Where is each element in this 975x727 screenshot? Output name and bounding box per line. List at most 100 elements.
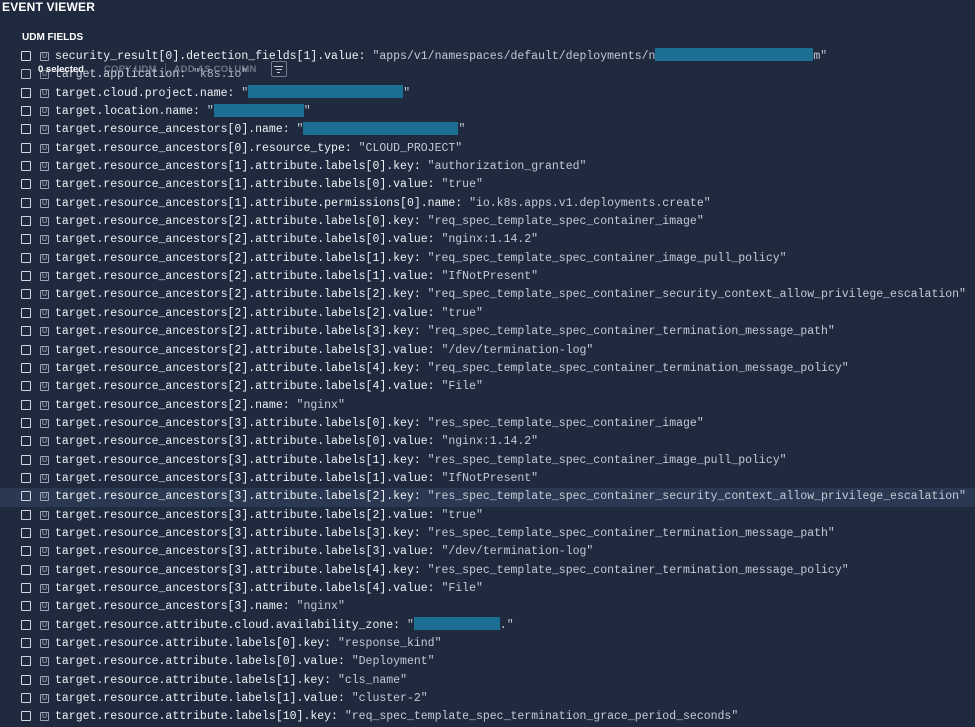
udm-field-row[interactable]: Utarget.resource.attribute.labels[0].key… (0, 635, 975, 653)
filter-icon (274, 65, 284, 73)
row-checkbox[interactable] (21, 564, 31, 575)
udm-type-icon: U (40, 180, 49, 190)
selected-count: 0 selected (38, 63, 84, 75)
field-value: "res_spec_template_spec_container_image" (427, 416, 704, 430)
row-checkbox[interactable] (21, 197, 31, 208)
udm-type-icon: U (40, 290, 49, 300)
row-checkbox[interactable] (21, 674, 31, 685)
udm-field-row[interactable]: Utarget.resource_ancestors[2].attribute.… (0, 268, 975, 286)
field-key: target.resource_ancestors[3].attribute.l… (55, 508, 442, 522)
row-checkbox[interactable] (21, 656, 31, 667)
udm-field-row[interactable]: Utarget.resource.attribute.cloud.availab… (0, 617, 975, 635)
udm-field-row[interactable]: Utarget.resource_ancestors[2].attribute.… (0, 213, 975, 231)
row-checkbox[interactable] (21, 638, 31, 648)
row-checkbox[interactable] (21, 582, 31, 593)
udm-field-row[interactable]: Utarget.resource_ancestors[3].attribute.… (0, 562, 975, 580)
udm-field-row[interactable]: Utarget.resource_ancestors[3].attribute.… (0, 580, 975, 598)
udm-field-row[interactable]: Utarget.resource_ancestors[2].attribute.… (0, 360, 975, 378)
row-checkbox[interactable] (21, 161, 31, 172)
udm-field-row[interactable]: Utarget.resource_ancestors[3].attribute.… (0, 507, 975, 525)
udm-field-row[interactable]: Utarget.resource_ancestors[3].attribute.… (0, 415, 975, 433)
field-key: target.resource.attribute.labels[10].key… (55, 710, 345, 724)
udm-field-row[interactable]: Utarget.resource.attribute.labels[1].key… (0, 672, 975, 690)
row-checkbox[interactable] (21, 289, 31, 300)
udm-field-row[interactable]: Utarget.resource_ancestors[2].name: "ngi… (0, 397, 975, 415)
row-checkbox[interactable] (21, 307, 31, 318)
row-checkbox[interactable] (21, 417, 31, 428)
row-checkbox[interactable] (21, 326, 31, 337)
field-key: target.resource.attribute.labels[1].valu… (55, 692, 352, 706)
row-checkbox[interactable] (21, 124, 31, 135)
udm-type-icon: U (40, 547, 49, 557)
field-value: "res_spec_template_spec_container_termin… (427, 563, 849, 577)
row-checkbox[interactable] (21, 527, 31, 538)
row-checkbox[interactable] (21, 216, 31, 227)
udm-field-row[interactable]: Utarget.resource_ancestors[1].attribute.… (0, 176, 975, 194)
udm-field-row[interactable]: Utarget.resource_ancestors[3].attribute.… (0, 488, 975, 507)
udm-field-row[interactable]: Utarget.resource_ancestors[0].resource_t… (0, 140, 975, 158)
row-checkbox[interactable] (21, 546, 31, 557)
row-checkbox[interactable] (21, 509, 31, 520)
redacted-block (303, 121, 459, 135)
udm-field-row[interactable]: Utarget.resource_ancestors[2].attribute.… (0, 231, 975, 249)
field-text: target.resource_ancestors[3].attribute.l… (55, 527, 835, 540)
field-value: " (241, 86, 249, 100)
udm-field-row[interactable]: Utarget.resource_ancestors[3].attribute.… (0, 452, 975, 470)
udm-field-row[interactable]: Utarget.resource_ancestors[3].attribute.… (0, 525, 975, 543)
udm-type-icon: U (40, 253, 49, 263)
udm-field-row[interactable]: Utarget.resource_ancestors[1].attribute.… (0, 195, 975, 213)
udm-field-row[interactable]: Utarget.resource_ancestors[3].attribute.… (0, 543, 975, 561)
row-checkbox[interactable] (21, 51, 31, 61)
udm-field-row[interactable]: Utarget.resource.attribute.labels[1].val… (0, 690, 975, 708)
udm-field-row[interactable]: Utarget.resource_ancestors[3].attribute.… (0, 433, 975, 451)
field-key: target.resource_ancestors[1].attribute.l… (55, 178, 442, 192)
udm-field-row[interactable]: Utarget.resource_ancestors[3].name: "ngi… (0, 598, 975, 616)
udm-field-row[interactable]: Utarget.resource_ancestors[2].attribute.… (0, 378, 975, 396)
udm-field-row[interactable]: Utarget.location.name: " " (0, 103, 975, 121)
field-value: "io.k8s.apps.v1.deployments.create" (469, 196, 711, 210)
field-text: target.resource.attribute.labels[10].key… (55, 710, 738, 723)
redacted-block (655, 48, 814, 62)
row-checkbox[interactable] (21, 179, 31, 190)
row-checkbox[interactable] (21, 454, 31, 465)
copy-udm-button[interactable]: COPY UDM (96, 62, 165, 76)
add-as-column-button[interactable]: ADD AS COLUMN (166, 62, 265, 76)
udm-field-row[interactable]: Utarget.resource_ancestors[2].attribute.… (0, 305, 975, 323)
row-checkbox[interactable] (21, 106, 31, 117)
udm-field-row[interactable]: Utarget.resource_ancestors[3].attribute.… (0, 470, 975, 488)
field-key: target.location.name: (55, 105, 207, 119)
row-checkbox[interactable] (21, 472, 31, 483)
selection-toolbar: 0 selected COPY UDM ADD AS COLUMN (20, 61, 287, 77)
row-checkbox[interactable] (21, 693, 31, 704)
row-checkbox[interactable] (21, 381, 31, 392)
field-value: "cluster-2" (351, 692, 428, 706)
udm-field-row[interactable]: Utarget.cloud.project.name: " " (0, 85, 975, 103)
row-checkbox[interactable] (21, 601, 31, 612)
udm-field-row[interactable]: Utarget.resource_ancestors[2].attribute.… (0, 250, 975, 268)
row-checkbox[interactable] (21, 619, 31, 630)
row-checkbox[interactable] (21, 271, 31, 282)
row-checkbox[interactable] (21, 252, 31, 263)
udm-field-row[interactable]: Utarget.resource_ancestors[2].attribute.… (0, 323, 975, 341)
row-checkbox[interactable] (21, 399, 31, 410)
udm-field-row[interactable]: Utarget.resource.attribute.labels[0].val… (0, 653, 975, 671)
udm-field-row[interactable]: Utarget.resource_ancestors[1].attribute.… (0, 158, 975, 176)
row-checkbox[interactable] (21, 142, 31, 153)
udm-field-row[interactable]: Utarget.resource_ancestors[2].attribute.… (0, 286, 975, 304)
row-checkbox[interactable] (21, 87, 31, 98)
row-checkbox[interactable] (21, 491, 31, 502)
row-checkbox[interactable] (21, 234, 31, 245)
row-checkbox[interactable] (21, 436, 31, 447)
udm-field-row[interactable]: Utarget.resource_ancestors[0].name: " " (0, 121, 975, 139)
udm-field-row[interactable]: Utarget.resource_ancestors[2].attribute.… (0, 342, 975, 360)
filter-button[interactable] (270, 61, 287, 77)
udm-type-icon: U (40, 125, 49, 135)
row-checkbox[interactable] (21, 344, 31, 355)
row-checkbox[interactable] (21, 711, 31, 722)
field-text: target.resource_ancestors[3].attribute.l… (55, 509, 483, 522)
field-value: "authorization_granted" (427, 160, 587, 174)
row-checkbox[interactable] (21, 362, 31, 373)
udm-type-icon: U (40, 510, 49, 520)
field-text: target.resource_ancestors[1].attribute.l… (55, 160, 586, 173)
field-text: target.resource_ancestors[0].name: " " (55, 121, 465, 136)
